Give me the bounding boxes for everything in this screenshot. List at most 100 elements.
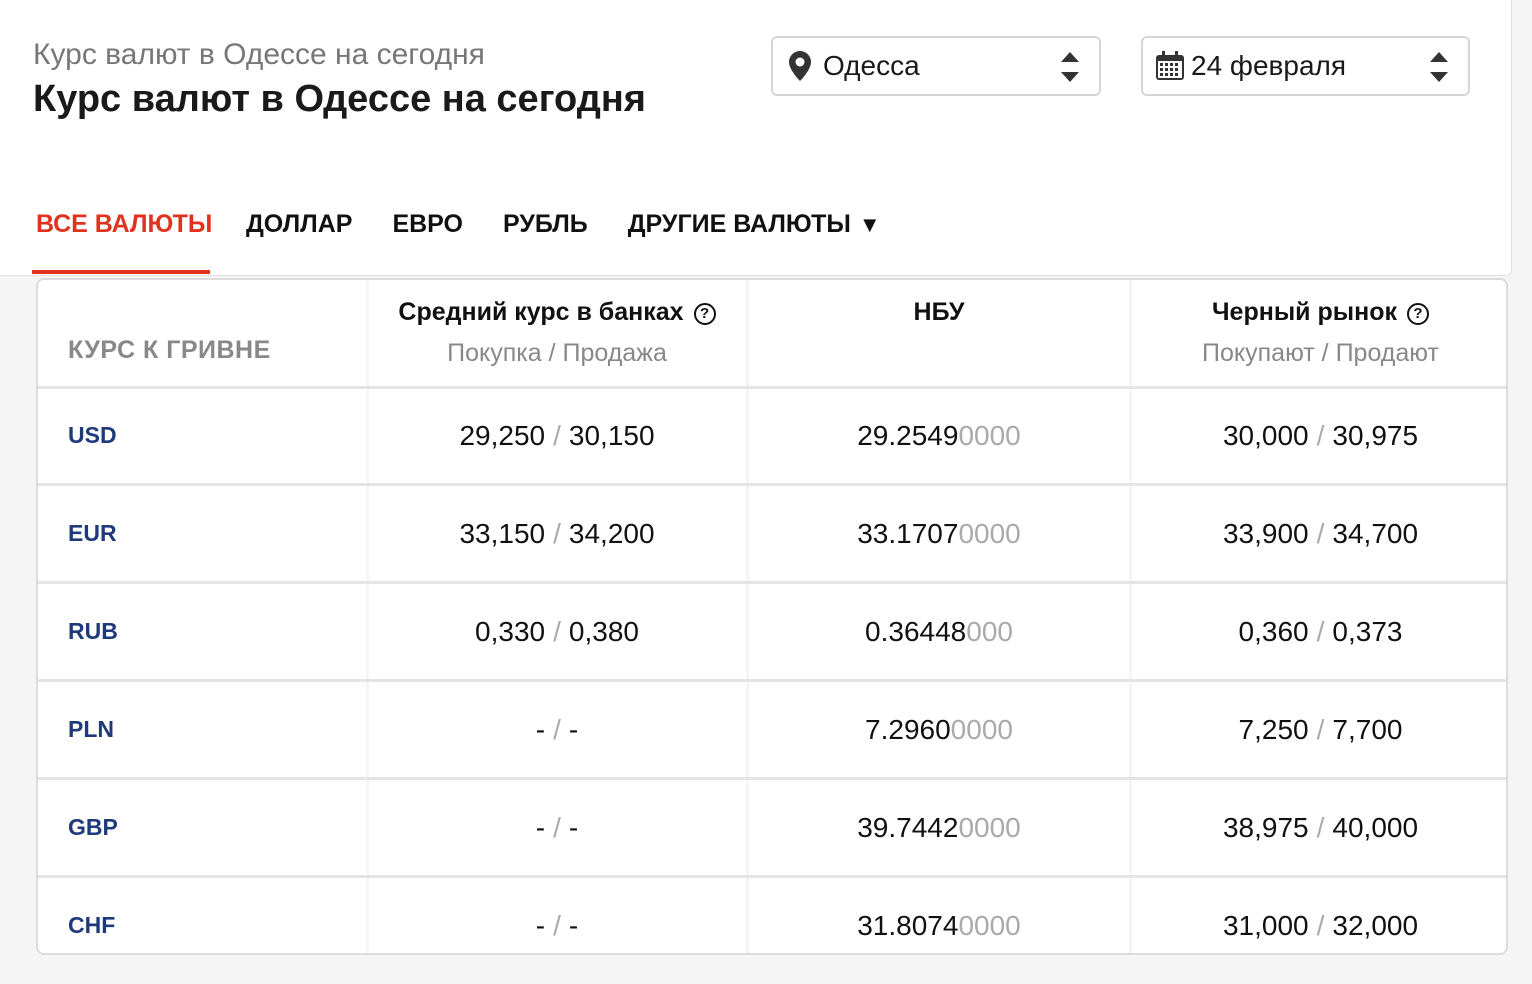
table-row: EUR 33,150/34,200 33.1707 0000 33,900/34,700 [38,486,1506,581]
rates-table: КУРС К ГРИВНЕ Средний курс в банках? Пок… [36,278,1508,955]
header-cell: Черный рынок? Покупают / Продают [1131,280,1506,388]
page-title: Курс валют в Одессе на сегодня [33,78,646,120]
table-row: RUB 0,330/0,380 0.36448 000 0,360/0,373 [38,584,1506,679]
separator: / [553,909,561,941]
tab-all-currencies[interactable]: ВСЕ ВАЛЮТЫ [32,196,213,274]
black-sell: 34,700 [1332,517,1419,549]
header-cell: Средний курс в банках? Покупка / Продажа [368,280,746,388]
nbu-rate-cell: 39.7442 0000 [749,780,1129,875]
separator: / [553,713,561,745]
currency-code[interactable]: RUB [38,584,366,679]
table-body: USD 29,250/30,150 29.2549 0000 30,000/30,975… [38,388,1506,953]
tab-label: ЕВРО [392,210,463,238]
black-market-cell: 31,000/32,000 [1131,878,1506,953]
bank-sell: 30,150 [568,419,655,451]
separator: / [553,517,561,549]
header-title: Черный рынок [1211,298,1397,326]
bank-buy: - [535,811,546,843]
black-market-cell: 7,250/7,700 [1131,682,1506,777]
header-cell: КУРС К ГРИВНЕ [38,280,366,388]
table-row: GBP - / -39.7442 0000 38,975/40,000 [38,780,1506,875]
black-market-cell: 38,975/40,000 [1131,780,1506,875]
currency-code-text: CHF [68,912,116,938]
nbu-rate: 7.2960 [865,713,951,745]
nbu-rate: 31.8074 [857,909,959,941]
nbu-rate-cell: 31.8074 0000 [749,878,1129,953]
header-title: Средний курс в банках [398,298,684,326]
black-market-cell: 0,360/0,373 [1131,584,1506,679]
nbu-rate-tail: 000 [966,615,1013,647]
currency-code[interactable]: CHF [38,878,366,953]
separator: / [553,811,561,843]
nbu-rate-cell: 29.2549 0000 [749,388,1129,483]
black-market-cell: 33,900/34,700 [1131,486,1506,581]
bank-sell: - [568,713,579,745]
nbu-rate-tail: 0000 [958,909,1021,941]
currency-tabs: ВСЕ ВАЛЮТЫ ДОЛЛАР ЕВРО РУБЛЬ ДРУГИЕ ВАЛЮ… [32,196,917,276]
bank-buy: - [535,909,546,941]
tab-label: ВСЕ ВАЛЮТЫ [36,210,213,238]
table-row: USD 29,250/30,150 29.2549 0000 30,000/30,975 [38,388,1506,483]
tab-ruble[interactable]: РУБЛЬ [499,196,588,274]
nbu-rate-tail: 0000 [958,517,1021,549]
help-icon[interactable]: ? [693,303,716,325]
bank-sell: 0,380 [568,615,639,647]
tab-other-currencies[interactable]: ДРУГИЕ ВАЛЮТЫ ▼ [624,196,881,274]
tab-label: ДРУГИЕ ВАЛЮТЫ [627,210,851,238]
nbu-rate-cell: 7.2960 0000 [749,682,1129,777]
currency-code[interactable]: EUR [38,486,366,581]
separator: / [1316,713,1325,745]
black-buy: 0,360 [1238,615,1309,647]
calendar-icon [1153,49,1187,83]
nbu-rate-tail: 0000 [958,419,1021,451]
bank-rate-cell: - / - [368,682,746,777]
header-black-market: Черный рынок? [1131,298,1506,327]
currency-code[interactable]: USD [38,388,366,483]
separator: / [553,419,561,451]
table-header: КУРС К ГРИВНЕ Средний курс в банках? Пок… [38,280,1506,388]
city-select-value: Одесса [823,50,920,81]
help-icon[interactable]: ? [1407,303,1429,325]
nbu-rate-tail: 0000 [958,811,1021,843]
date-select-value: 24 февраля [1191,50,1347,81]
bank-rate-cell: - / - [368,780,746,875]
currency-code[interactable]: GBP [38,780,366,875]
black-buy: 7,250 [1238,713,1309,745]
black-buy: 33,900 [1222,517,1309,549]
header-nbu: НБУ [913,298,965,326]
bank-sell: - [568,909,579,941]
separator: / [553,615,561,647]
table-row: PLN - / -7.2960 0000 7,250/7,700 [38,682,1506,777]
bank-buy: - [535,713,546,745]
black-sell: 7,700 [1332,713,1403,745]
bank-buy: 0,330 [475,615,546,647]
header-card: Курс валют в Одессе на сегодня Курс валю… [0,0,1512,276]
black-sell: 32,000 [1332,909,1419,941]
black-buy: 30,000 [1222,419,1309,451]
header-black-market-sub: Покупают / Продают [1202,339,1439,367]
header-bank-sub: Покупка / Продажа [447,339,667,367]
nbu-rate-tail: 0000 [950,713,1013,745]
map-pin-icon [787,49,813,83]
bank-rate-cell: 29,250/30,150 [368,388,746,483]
currency-code[interactable]: PLN [38,682,366,777]
separator: / [1316,419,1325,451]
tab-label: РУБЛЬ [502,210,588,238]
bank-buy: 33,150 [459,517,546,549]
bank-rate-cell: 33,150/34,200 [368,486,746,581]
currency-code-text: EUR [68,520,117,546]
bank-rate-cell: - / - [368,878,746,953]
bank-rate-cell: 0,330/0,380 [368,584,746,679]
date-select[interactable]: 24 февраля [1141,36,1470,96]
tab-dollar[interactable]: ДОЛЛАР [242,196,352,274]
currency-code-text: USD [68,422,117,448]
tab-euro[interactable]: ЕВРО [388,196,463,274]
currency-code-text: GBP [68,814,118,840]
black-market-cell: 30,000/30,975 [1131,388,1506,483]
city-select[interactable]: Одесса [771,36,1101,96]
separator: / [1316,615,1325,647]
header-bank-average: Средний курс в банках? [368,298,746,327]
nbu-rate: 29.2549 [857,419,959,451]
black-buy: 31,000 [1222,909,1309,941]
black-sell: 40,000 [1332,811,1419,843]
